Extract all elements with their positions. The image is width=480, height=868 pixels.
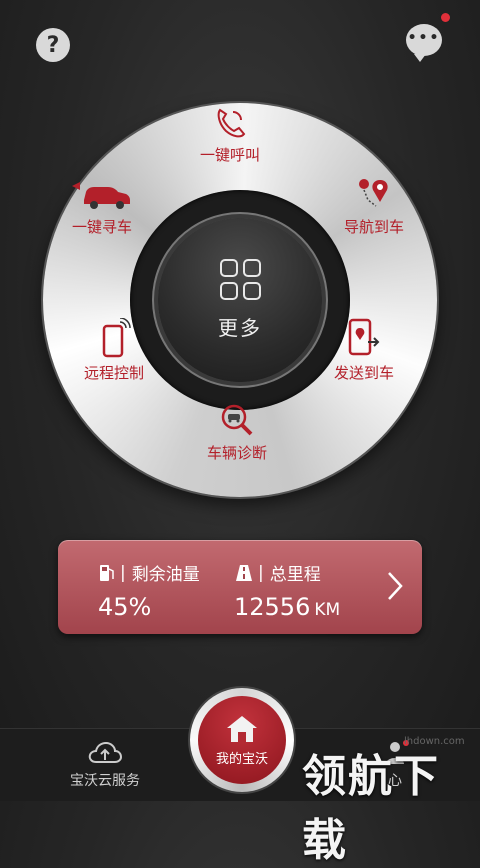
send-to-car-button[interactable]: 发送到车 [334, 318, 394, 383]
send-to-car-label: 发送到车 [334, 364, 395, 382]
help-glyph: ? [46, 32, 60, 58]
navigation-icon [356, 176, 392, 212]
more-button[interactable]: 更多 [158, 218, 322, 382]
one-key-call-button[interactable]: 一键呼叫 [200, 106, 260, 165]
grid-icon [219, 259, 261, 300]
vehicle-diagnosis-button[interactable]: 车辆诊断 [207, 402, 267, 463]
mileage-unit: KM [314, 600, 341, 620]
phone-icon [213, 106, 247, 140]
fuel-label: 剩余油量 [131, 565, 200, 585]
navigate-to-car-label: 导航到车 [344, 218, 405, 236]
remote-control-icon [96, 318, 132, 358]
help-icon[interactable]: ? [36, 28, 70, 62]
vehicle-info-card[interactable]: | 剩余油量 45% | 总里程 12556 KM [58, 540, 422, 634]
chat-dots: ••• [407, 30, 441, 46]
find-car-label: 一键寻车 [71, 218, 132, 236]
cloud-upload-icon [88, 741, 123, 763]
notification-dot [441, 13, 450, 22]
fuel-separator: | [120, 562, 126, 583]
remote-control-button[interactable]: 远程控制 [84, 318, 144, 383]
fuel-pump-icon [100, 564, 114, 581]
road-icon [236, 564, 252, 581]
mileage-label: 总里程 [269, 565, 321, 585]
watermark-text: 领航下载 [302, 751, 440, 866]
chat-icon[interactable]: ••• [406, 24, 442, 62]
tab-cloud-service[interactable]: 宝沃云服务 [30, 729, 180, 801]
send-to-car-icon [346, 318, 382, 358]
fuel-section: | 剩余油量 45% [98, 560, 200, 622]
more-label: 更多 [218, 316, 262, 340]
find-car-button[interactable]: 一键寻车 [70, 176, 134, 237]
my-bowo-button[interactable]: 我的宝沃 [190, 688, 294, 792]
chevron-right-icon[interactable] [386, 570, 404, 606]
vehicle-diagnosis-label: 车辆诊断 [207, 444, 268, 462]
mileage-separator: | [258, 562, 264, 583]
one-key-call-label: 一键呼叫 [200, 146, 261, 164]
navigate-to-car-button[interactable]: 导航到车 [344, 176, 404, 237]
my-bowo-label: 我的宝沃 [215, 751, 268, 767]
diagnosis-icon [219, 402, 255, 438]
find-car-icon [70, 176, 134, 212]
cloud-service-label: 宝沃云服务 [70, 773, 140, 789]
fuel-value: 45% [98, 593, 152, 621]
mileage-section: | 总里程 12556 KM [234, 560, 341, 622]
home-icon [227, 715, 257, 742]
home-button-face: 我的宝沃 [198, 696, 286, 784]
watermark-url: lhdown.com [404, 736, 465, 747]
remote-control-label: 远程控制 [84, 364, 145, 382]
mileage-value: 12556 [234, 593, 311, 621]
